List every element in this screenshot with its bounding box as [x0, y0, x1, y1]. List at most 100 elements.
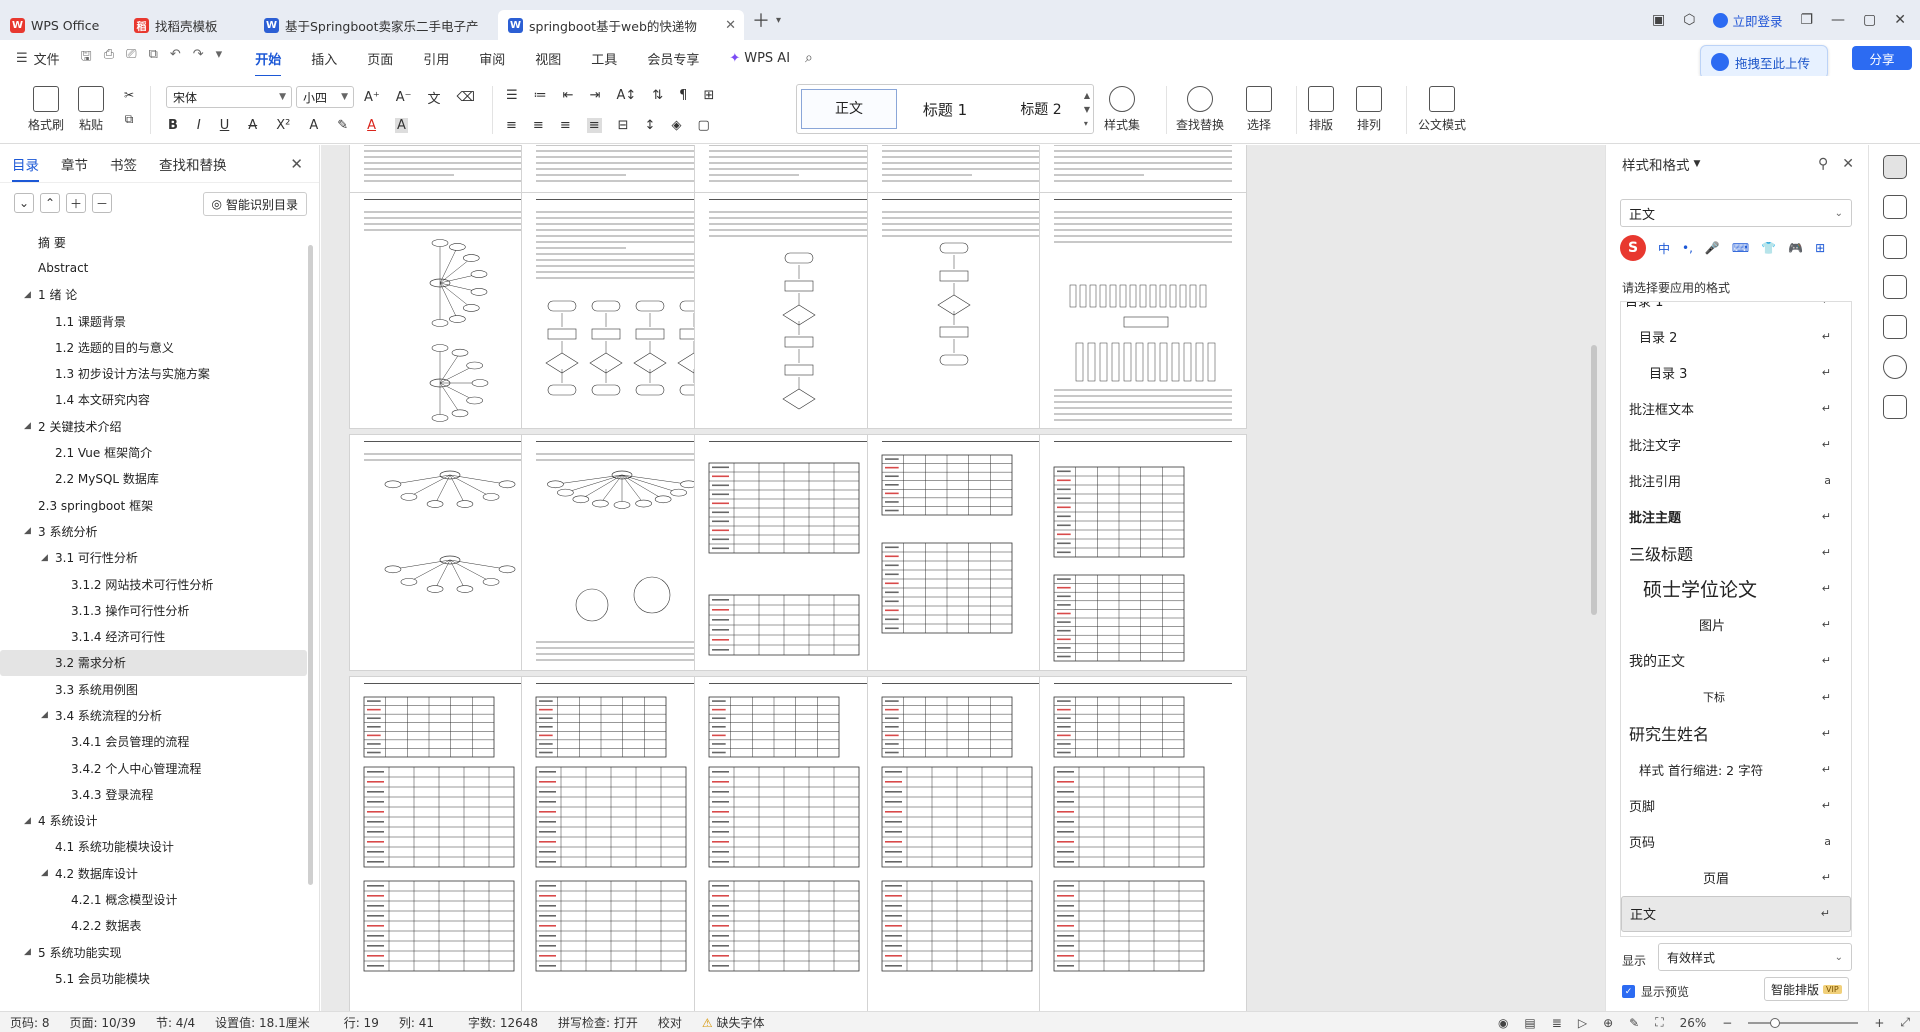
- chinese-layout-icon[interactable]: A↕: [616, 88, 636, 103]
- distributed-icon[interactable]: ⊟: [618, 118, 629, 133]
- menu-member[interactable]: 会员专享: [632, 49, 714, 68]
- toolbox-icon[interactable]: ⊞: [1815, 241, 1825, 255]
- select-button[interactable]: 选择: [1246, 86, 1272, 133]
- cursor-icon[interactable]: [1882, 195, 1907, 219]
- font-name-select[interactable]: 宋体 ▼: [166, 86, 292, 108]
- toc-item[interactable]: 4.1 系统功能模块设计: [0, 834, 319, 860]
- smart-toc-button[interactable]: ◎ 智能识别目录: [202, 192, 307, 216]
- current-style-select[interactable]: 正文 ⌄: [1620, 199, 1852, 227]
- edit-style-icon[interactable]: [1882, 155, 1907, 179]
- sliders-icon[interactable]: [1882, 235, 1907, 259]
- zoom-out-icon[interactable]: −: [1722, 1016, 1732, 1030]
- style-list-item[interactable]: 批注框文本 ↵: [1621, 390, 1851, 426]
- toc-item[interactable]: ◢ 4 系统设计: [0, 808, 319, 834]
- bold-icon[interactable]: B: [168, 118, 178, 133]
- menu-review[interactable]: 审阅: [464, 49, 520, 68]
- zoom-level[interactable]: 26%: [1680, 1016, 1707, 1030]
- table-border-icon[interactable]: ⊞: [703, 88, 714, 103]
- line-spacing-icon[interactable]: ↕: [645, 118, 656, 133]
- page-thumbnail[interactable]: [1039, 676, 1247, 1011]
- format-painter-button[interactable]: 格式刷: [28, 86, 64, 133]
- toc-item[interactable]: 4.2.1 概念模型设计: [0, 886, 319, 912]
- font-color-icon[interactable]: A: [367, 118, 376, 133]
- skin-icon[interactable]: 👕: [1761, 241, 1776, 255]
- add-heading-icon[interactable]: ＋: [66, 193, 86, 213]
- ime-punctuation-icon[interactable]: •,: [1682, 241, 1693, 255]
- toc-item[interactable]: 5.1 会员功能模块: [0, 965, 319, 991]
- toc-item[interactable]: Abstract: [0, 255, 319, 281]
- toc-item[interactable]: ◢ 3 系统分析: [0, 518, 319, 544]
- style-heading-1[interactable]: 标题 1: [897, 99, 993, 120]
- arrange-button[interactable]: 排列: [1356, 86, 1382, 133]
- more-chevron-icon[interactable]: ▾: [216, 47, 223, 69]
- web-view-icon[interactable]: ⊕: [1603, 1016, 1613, 1030]
- italic-icon[interactable]: I: [197, 118, 201, 133]
- expand-toggle-icon[interactable]: ◢: [24, 816, 31, 826]
- style-list-item[interactable]: 页脚 ↵: [1621, 787, 1851, 823]
- microphone-icon[interactable]: 🎤: [1705, 241, 1720, 255]
- decrease-indent-icon[interactable]: ⇤: [563, 88, 574, 103]
- expand-toggle-icon[interactable]: ◢: [41, 710, 48, 720]
- toc-item[interactable]: ◢ 4.2 数据库设计: [0, 860, 319, 886]
- close-icon[interactable]: ✕: [1842, 156, 1854, 172]
- menu-tools[interactable]: 工具: [576, 49, 632, 68]
- justify-icon[interactable]: ≡: [586, 118, 602, 133]
- menu-page[interactable]: 页面: [352, 49, 408, 68]
- font-size-select[interactable]: 小四 ▼: [296, 86, 354, 108]
- share-button[interactable]: 分享: [1852, 46, 1912, 70]
- status-spell-check[interactable]: 拼写检查: 打开: [548, 1014, 648, 1031]
- toc-item[interactable]: 3.4.2 个人中心管理流程: [0, 755, 319, 781]
- toc-item[interactable]: ◢ 3.1 可行性分析: [0, 545, 319, 571]
- restore-icon[interactable]: ❐: [1800, 12, 1813, 28]
- align-right-icon[interactable]: ≡: [560, 118, 571, 133]
- fit-width-icon[interactable]: ⛶: [1655, 1015, 1663, 1030]
- tab-document-1[interactable]: W 基于Springboot卖家乐二手电子产: [254, 10, 498, 40]
- menu-insert[interactable]: 插入: [296, 49, 352, 68]
- align-left-icon[interactable]: ≡: [506, 118, 517, 133]
- toc-scrollbar[interactable]: [308, 245, 313, 885]
- style-set-button[interactable]: 样式集: [1104, 86, 1140, 133]
- toc-item[interactable]: 3.2 需求分析: [0, 649, 307, 677]
- char-shading-icon[interactable]: A: [395, 118, 408, 133]
- save-icon[interactable]: 🖫: [81, 47, 92, 69]
- style-list-item[interactable]: 页眉 ↵: [1621, 860, 1851, 896]
- toc-item[interactable]: 3.4.1 会员管理的流程: [0, 729, 319, 755]
- maximize-icon[interactable]: ▢: [1863, 12, 1876, 28]
- style-list-item[interactable]: 批注文字 ↵: [1621, 426, 1851, 462]
- print-preview-icon[interactable]: ⧉: [149, 47, 158, 69]
- minimize-icon[interactable]: —: [1831, 12, 1845, 28]
- toc-item[interactable]: 1.3 初步设计方法与实施方案: [0, 360, 319, 386]
- style-list-item[interactable]: 图片 ↵: [1621, 607, 1851, 643]
- layout-button[interactable]: 排版: [1308, 86, 1334, 133]
- cube-icon[interactable]: ⬡: [1683, 12, 1695, 28]
- style-list-item[interactable]: 页码 a: [1621, 823, 1851, 859]
- phonetic-icon[interactable]: 文: [428, 88, 441, 107]
- increase-indent-icon[interactable]: ⇥: [590, 88, 601, 103]
- show-preview-checkbox[interactable]: ✓ 显示预览: [1622, 983, 1689, 1000]
- fullscreen-icon[interactable]: ⤢: [1900, 1015, 1910, 1030]
- tab-find-replace[interactable]: 查找和替换: [159, 154, 227, 174]
- play-icon[interactable]: ▷: [1578, 1016, 1587, 1030]
- tab-template[interactable]: 稻 找稻壳模板: [124, 10, 254, 40]
- tab-list-chevron-icon[interactable]: ▾: [776, 15, 781, 26]
- style-list-item[interactable]: 我的正文 ↵: [1621, 643, 1851, 679]
- page-thumbnail[interactable]: [1039, 192, 1247, 429]
- expand-toggle-icon[interactable]: ◢: [41, 553, 48, 563]
- style-heading-2[interactable]: 标题 2: [993, 99, 1089, 119]
- settings-icon[interactable]: [1882, 395, 1907, 419]
- expand-toggle-icon[interactable]: ◢: [24, 526, 31, 536]
- status-missing-font[interactable]: ⚠ 缺失字体: [692, 1014, 775, 1031]
- style-list-item[interactable]: 硕士学位论文 ↵: [1621, 571, 1851, 607]
- style-list-item[interactable]: 正文 ↵: [1621, 895, 1851, 932]
- window-mode-icon[interactable]: ▣: [1652, 12, 1665, 28]
- clear-format-icon[interactable]: ⌫: [457, 90, 475, 105]
- image-icon[interactable]: [1882, 275, 1907, 299]
- expand-toggle-icon[interactable]: ◢: [41, 868, 48, 878]
- tab-chapters[interactable]: 章节: [61, 154, 88, 174]
- bullet-list-icon[interactable]: ☰: [506, 88, 518, 103]
- align-center-icon[interactable]: ≡: [533, 118, 544, 133]
- toc-item[interactable]: ◢ 1 绪 论: [0, 282, 319, 308]
- print-icon[interactable]: ⎚: [126, 47, 136, 69]
- toc-item[interactable]: 2.1 Vue 框架简介: [0, 439, 319, 465]
- cut-icon[interactable]: ✂: [124, 88, 134, 102]
